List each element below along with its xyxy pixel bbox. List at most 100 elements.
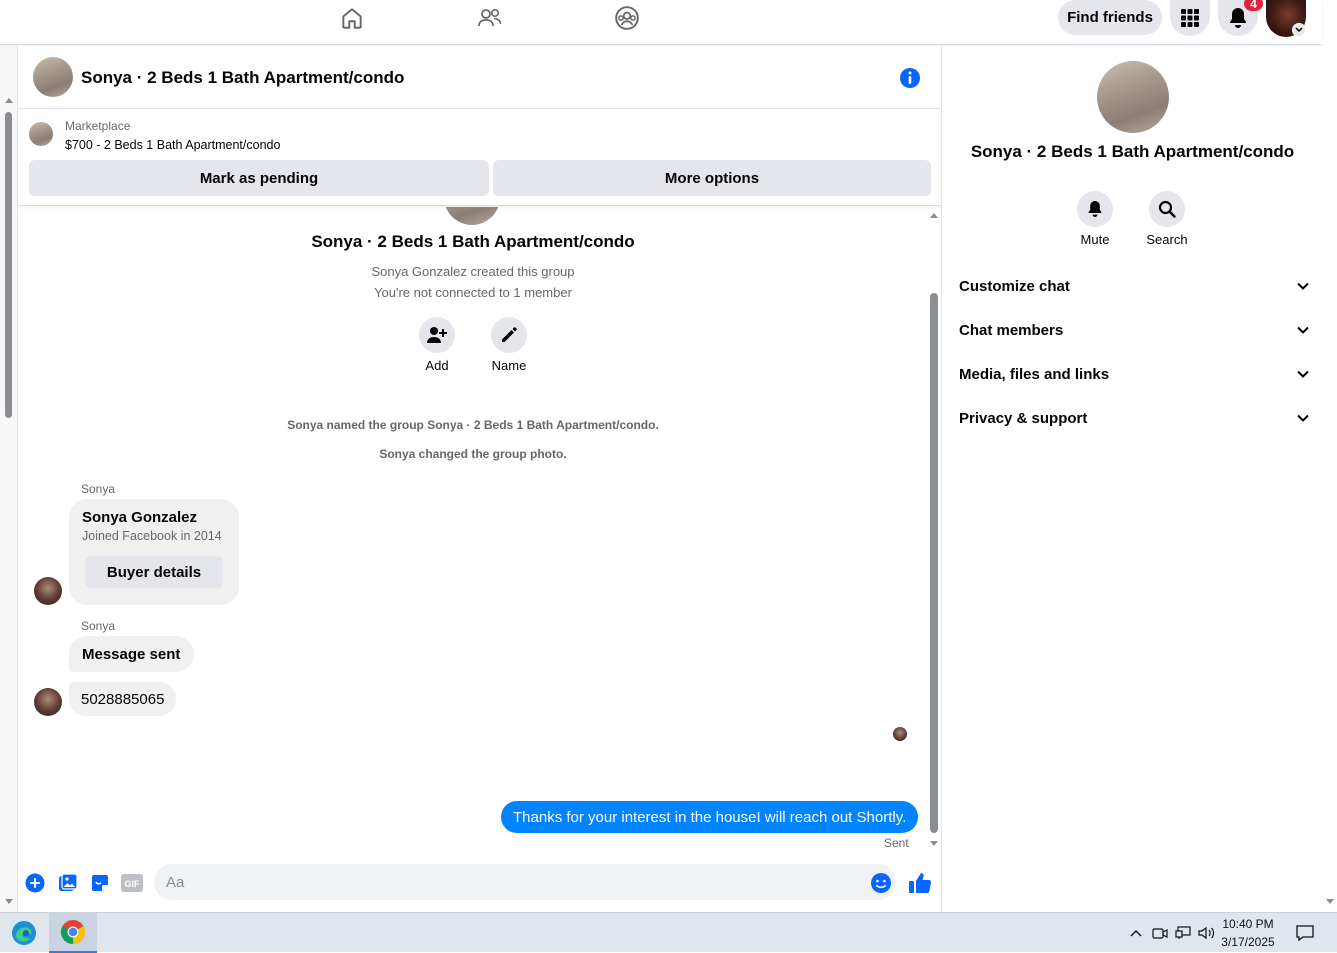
search-label: Search bbox=[1146, 232, 1188, 247]
buyer-name: Sonya Gonzalez bbox=[82, 509, 198, 526]
plus-circle-icon bbox=[25, 873, 45, 893]
find-friends-button[interactable]: Find friends bbox=[1058, 0, 1162, 35]
taskbar-clock[interactable]: 10:40 PM 3/17/2025 bbox=[1215, 915, 1281, 951]
bell-icon bbox=[1230, 8, 1246, 28]
show-hidden-icons-button[interactable] bbox=[1126, 913, 1146, 953]
scroll-down-arrow[interactable] bbox=[5, 899, 13, 904]
scroll-down-arrow[interactable] bbox=[1326, 899, 1334, 904]
message-bubble[interactable]: Message sent bbox=[69, 636, 195, 672]
account-menu-caret[interactable] bbox=[1292, 23, 1306, 37]
intro-group-name: Sonya · 2 Beds 1 Bath Apartment/condo bbox=[311, 232, 635, 251]
clock-date: 3/17/2025 bbox=[1221, 935, 1275, 949]
chevron-down-icon bbox=[1297, 282, 1309, 290]
top-navigation-bar: Find friends 4 bbox=[0, 0, 1322, 45]
network-button[interactable] bbox=[1173, 913, 1193, 953]
svg-text:GIF: GIF bbox=[125, 879, 141, 889]
gif-icon: GIF bbox=[121, 874, 143, 892]
sender-name: Sonya bbox=[81, 619, 116, 633]
edge-taskbar-button[interactable] bbox=[0, 913, 48, 953]
more-options-button[interactable]: More options bbox=[493, 160, 931, 196]
created-by-text: Sonya Gonzalez created this group bbox=[371, 264, 575, 279]
camera-icon bbox=[1152, 928, 1168, 939]
photo-icon bbox=[59, 873, 78, 891]
more-actions-button[interactable] bbox=[23, 871, 47, 895]
network-icon bbox=[1175, 926, 1191, 939]
event-group-named: Sonya named the group Sonya · 2 Beds 1 B… bbox=[287, 418, 659, 432]
info-panel-title: Sonya · 2 Beds 1 Bath Apartment/condo bbox=[970, 142, 1295, 161]
grid-menu-icon bbox=[1181, 9, 1199, 27]
group-photo[interactable] bbox=[33, 57, 73, 97]
add-person-icon bbox=[427, 327, 447, 343]
groups-icon bbox=[615, 5, 639, 30]
intro-photo-clip bbox=[444, 207, 500, 225]
friends-icon bbox=[478, 8, 502, 26]
pencil-icon bbox=[502, 327, 517, 342]
attach-photo-button[interactable] bbox=[56, 871, 80, 895]
sender-name: Sonya bbox=[81, 482, 116, 496]
right-scrollbar[interactable] bbox=[1322, 46, 1337, 912]
chat-title[interactable]: Sonya · 2 Beds 1 Bath Apartment/condo bbox=[81, 68, 404, 88]
mark-as-pending-button[interactable]: Mark as pending bbox=[29, 160, 489, 196]
section-media-files-links[interactable]: Media, files and links bbox=[959, 362, 1309, 386]
group-photo-large[interactable] bbox=[1097, 61, 1169, 133]
scroll-up-arrow[interactable] bbox=[930, 213, 938, 218]
home-icon bbox=[342, 7, 362, 29]
sender-avatar[interactable] bbox=[34, 688, 62, 716]
sticker-button[interactable] bbox=[88, 871, 112, 895]
chevron-down-icon bbox=[1297, 414, 1309, 422]
friends-tab[interactable] bbox=[460, 0, 520, 35]
section-label: Customize chat bbox=[959, 277, 1070, 295]
emoji-button[interactable] bbox=[869, 871, 893, 895]
chevron-down-icon bbox=[1295, 27, 1303, 33]
listing-title[interactable]: $700 - 2 Beds 1 Bath Apartment/condo bbox=[65, 138, 280, 152]
notification-center-button[interactable] bbox=[1292, 913, 1318, 953]
section-chat-members[interactable]: Chat members bbox=[959, 318, 1309, 342]
gif-button[interactable]: GIF bbox=[120, 871, 144, 895]
chat-header: Sonya · 2 Beds 1 Bath Apartment/condo bbox=[18, 46, 942, 109]
listing-thumbnail[interactable] bbox=[29, 122, 53, 146]
section-label: Chat members bbox=[959, 321, 1064, 339]
messages-scrollbar[interactable] bbox=[929, 208, 941, 851]
seen-indicator-avatar bbox=[893, 727, 907, 741]
scroll-down-arrow[interactable] bbox=[930, 841, 938, 846]
menu-button[interactable] bbox=[1170, 0, 1210, 36]
chrome-taskbar-button[interactable] bbox=[49, 913, 97, 953]
section-customize-chat[interactable]: Customize chat bbox=[959, 274, 1309, 298]
message-input[interactable] bbox=[154, 864, 896, 900]
search-button[interactable]: Search bbox=[1137, 191, 1197, 247]
home-tab[interactable] bbox=[322, 0, 382, 35]
info-icon bbox=[900, 68, 920, 88]
section-privacy-support[interactable]: Privacy & support bbox=[959, 406, 1309, 430]
groups-tab[interactable] bbox=[597, 0, 657, 35]
bell-icon bbox=[1088, 201, 1102, 217]
page-scrollbar[interactable] bbox=[0, 46, 17, 912]
not-connected-text: You're not connected to 1 member bbox=[374, 285, 572, 300]
message-bubble[interactable]: 5028885065 bbox=[69, 682, 177, 716]
buyer-info-card: Sonya Gonzalez Joined Facebook in 2014 B… bbox=[69, 499, 239, 605]
speaker-icon bbox=[1198, 926, 1215, 940]
section-label: Privacy & support bbox=[959, 409, 1088, 427]
buyer-details-button[interactable]: Buyer details bbox=[85, 556, 223, 588]
outgoing-message-bubble[interactable]: Thanks for your interest in the houseI w… bbox=[501, 801, 919, 833]
sticker-icon bbox=[92, 875, 108, 891]
scrollbar-thumb[interactable] bbox=[5, 112, 12, 418]
section-label: Media, files and links bbox=[959, 365, 1110, 383]
add-label: Add bbox=[425, 358, 449, 373]
like-button[interactable] bbox=[908, 871, 932, 895]
event-photo-changed: Sonya changed the group photo. bbox=[379, 447, 567, 461]
thumbs-up-icon bbox=[909, 873, 932, 894]
mute-button[interactable]: Mute bbox=[1065, 191, 1125, 247]
message-composer: GIF bbox=[18, 860, 942, 910]
scroll-up-arrow[interactable] bbox=[5, 98, 13, 103]
chevron-up-icon bbox=[1130, 930, 1142, 937]
add-member-button[interactable] bbox=[419, 317, 455, 353]
sent-status: Sent bbox=[884, 836, 909, 850]
info-button[interactable] bbox=[899, 67, 921, 89]
marketplace-label: Marketplace bbox=[65, 119, 131, 133]
sender-avatar[interactable] bbox=[34, 577, 62, 605]
chat-info-panel: Sonya · 2 Beds 1 Bath Apartment/condo Mu… bbox=[943, 46, 1322, 912]
meet-now-button[interactable] bbox=[1150, 913, 1170, 953]
name-group-button[interactable] bbox=[491, 317, 527, 353]
scrollbar-thumb[interactable] bbox=[930, 293, 938, 833]
search-icon bbox=[1158, 200, 1176, 218]
